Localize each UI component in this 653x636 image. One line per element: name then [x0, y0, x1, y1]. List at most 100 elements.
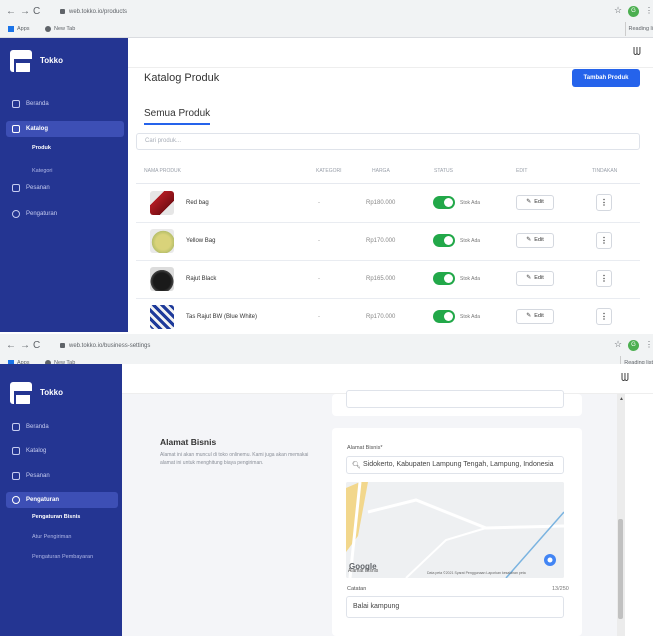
top-bar: ᗯ: [128, 38, 653, 68]
sidebar-item-katalog[interactable]: Katalog: [6, 121, 124, 137]
product-name[interactable]: Rajut Black: [186, 276, 216, 282]
sidebar: Tokko Beranda Katalog Pesanan Pengaturan…: [0, 364, 122, 636]
previous-field[interactable]: [346, 390, 564, 408]
product-thumbnail: [150, 267, 174, 291]
pencil-icon: ✎: [526, 313, 532, 319]
notes-label: Catatan: [347, 586, 367, 592]
section-title: Semua Produk: [144, 108, 211, 125]
sidebar-item-pengaturan[interactable]: Pengaturan: [6, 492, 118, 508]
bookmark-apps[interactable]: Apps: [8, 22, 30, 36]
page-title: Katalog Produk: [144, 72, 220, 84]
sidebar-item-pesanan[interactable]: Pesanan: [6, 180, 124, 196]
star-icon[interactable]: ☆: [614, 339, 622, 350]
tokko-logo-icon: [10, 382, 32, 406]
sidebar-item-beranda[interactable]: Beranda: [6, 419, 118, 435]
gear-icon: [12, 210, 20, 218]
sidebar-item-pesanan[interactable]: Pesanan: [6, 468, 118, 484]
sidebar-item-pengaturan[interactable]: Pengaturan: [6, 206, 124, 222]
address-bar[interactable]: web.tokko.io/products: [60, 5, 620, 19]
table-row: Red bag - Rp180.000 Stok Ada ✎ Edit ⋮: [136, 185, 640, 223]
box-icon: [12, 125, 20, 133]
url-text: web.tokko.io/products: [69, 9, 128, 15]
home-icon: [12, 100, 20, 108]
reading-list[interactable]: Reading li: [624, 22, 653, 36]
browser-menu-icon[interactable]: ⋮: [645, 340, 653, 349]
home-icon: [12, 423, 20, 431]
sidebar-subitem-pengaturan-pembayaran[interactable]: Pengaturan Pembayaran: [32, 554, 93, 560]
address-heading: Alamat Bisnis: [160, 437, 217, 447]
product-price: Rp165.000: [366, 276, 396, 282]
pencil-icon: ✎: [526, 237, 532, 243]
orders-icon: [12, 184, 20, 192]
sidebar-subitem-atur-pengiriman[interactable]: Atur Pengiriman: [32, 534, 71, 540]
more-actions-button[interactable]: ⋮: [596, 270, 612, 287]
forward-icon[interactable]: →: [20, 338, 30, 354]
pencil-icon: ✎: [526, 275, 532, 281]
notes-counter: 13/250: [552, 586, 569, 592]
table-header: NAMA PRODUK KATEGORI HARGA STATUS EDIT T…: [136, 158, 640, 184]
address-map[interactable]: [346, 482, 564, 578]
scrollbar-thumb[interactable]: [618, 519, 623, 619]
more-actions-button[interactable]: ⋮: [596, 308, 612, 325]
browser-menu-icon[interactable]: ⋮: [645, 6, 653, 15]
product-price: Rp180.000: [366, 200, 396, 206]
stock-toggle[interactable]: [433, 234, 455, 247]
store-icon[interactable]: ᗯ: [633, 46, 641, 59]
box-icon: [12, 447, 20, 455]
product-thumbnail: [150, 191, 174, 215]
col-harga: HARGA: [372, 168, 390, 174]
table-row: Rajut Black - Rp165.000 Stok Ada ✎ Edit ⋮: [136, 261, 640, 299]
profile-avatar[interactable]: G: [628, 340, 639, 351]
map-footer[interactable]: Data peta ©2021 Syarat Penggunaan Lapork…: [427, 571, 526, 575]
edit-button[interactable]: ✎ Edit: [516, 195, 554, 210]
product-category: -: [318, 276, 320, 282]
edit-button[interactable]: ✎ Edit: [516, 271, 554, 286]
back-icon[interactable]: ←: [6, 338, 16, 354]
edit-button[interactable]: ✎ Edit: [516, 309, 554, 324]
edit-button[interactable]: ✎ Edit: [516, 233, 554, 248]
sidebar-item-katalog[interactable]: Katalog: [6, 443, 118, 459]
stock-toggle[interactable]: [433, 196, 455, 209]
reload-icon[interactable]: C: [33, 338, 40, 354]
sidebar-item-beranda[interactable]: Beranda: [6, 96, 124, 112]
reload-icon[interactable]: C: [33, 4, 40, 20]
address-bar[interactable]: web.tokko.io/business-settings: [60, 339, 620, 353]
col-edit: EDIT: [516, 168, 528, 174]
product-category: -: [318, 238, 320, 244]
col-kategori: KATEGORI: [316, 168, 342, 174]
sidebar-subitem-pengaturan-bisnis[interactable]: Pengaturan Bisnis: [32, 514, 80, 520]
orders-icon: [12, 472, 20, 480]
product-name[interactable]: Red bag: [186, 200, 209, 206]
add-product-button[interactable]: Tambah Produk: [572, 69, 640, 87]
scroll-up-icon[interactable]: ▲: [619, 396, 624, 402]
globe-icon: [45, 25, 51, 32]
store-icon[interactable]: ᗯ: [621, 372, 629, 385]
stock-toggle[interactable]: [433, 310, 455, 323]
lock-icon: [60, 8, 65, 14]
forward-icon[interactable]: →: [20, 4, 30, 20]
back-icon[interactable]: ←: [6, 4, 16, 20]
profile-avatar[interactable]: G: [628, 6, 639, 17]
tokko-logo-icon: [10, 50, 32, 74]
product-name[interactable]: Tas Rajut BW (Blue White): [186, 314, 257, 320]
sidebar-subitem-produk[interactable]: Produk: [32, 145, 51, 151]
sidebar-subitem-kategori[interactable]: Kategori: [32, 168, 53, 174]
browser-chrome: ← → C web.tokko.io/products ☆ G ⋮ Apps N…: [0, 0, 653, 38]
bookmark-new-tab[interactable]: New Tab: [45, 22, 75, 36]
search-icon: 🔍︎: [352, 462, 361, 469]
address-description: Alamat ini akan muncul di toko onlinemu.…: [160, 452, 309, 466]
col-status: STATUS: [434, 168, 453, 174]
brand-name: Tokko: [40, 388, 63, 397]
stock-status: Stok Ada: [460, 200, 481, 206]
lock-icon: [60, 342, 65, 348]
gear-icon: [12, 496, 20, 504]
pencil-icon: ✎: [526, 199, 532, 205]
product-name[interactable]: Yellow Bag: [186, 238, 215, 244]
more-actions-button[interactable]: ⋮: [596, 232, 612, 249]
search-input[interactable]: Cari produk...: [136, 133, 640, 150]
stock-status: Stok Ada: [460, 276, 481, 282]
stock-toggle[interactable]: [433, 272, 455, 285]
more-actions-button[interactable]: ⋮: [596, 194, 612, 211]
star-icon[interactable]: ☆: [614, 5, 622, 16]
col-tindakan: TINDAKAN: [592, 168, 618, 174]
